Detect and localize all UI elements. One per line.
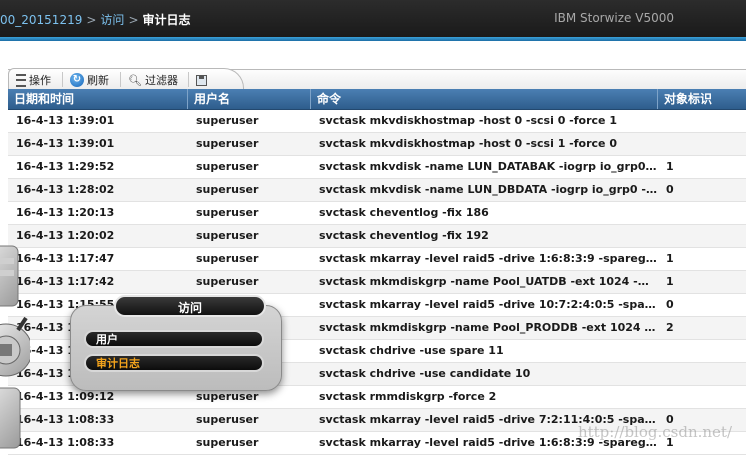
cell-datetime: 16-4-13 1:29:52 bbox=[16, 160, 115, 173]
cell-object-id: 0 bbox=[666, 298, 674, 311]
filter-button[interactable]: 🔍︎ 过滤器 bbox=[128, 72, 178, 88]
column-header-username[interactable]: 用户名 bbox=[188, 89, 311, 109]
cell-command: svctask chdrive -use candidate 10 bbox=[319, 367, 531, 380]
cell-datetime: 16-4-13 1:20:02 bbox=[16, 229, 115, 242]
popup-menu-title: 访问 bbox=[114, 295, 266, 317]
cell-username: superuser bbox=[196, 206, 259, 219]
toolbar-divider bbox=[120, 72, 121, 87]
access-dock-icon bbox=[0, 245, 30, 449]
table-row[interactable]: 16-4-13 1:17:42 superuser svctask mkmdiskg… bbox=[8, 271, 746, 294]
cell-command: svctask mkarray -level raid5 -drive 10:7… bbox=[319, 298, 658, 311]
cell-datetime: 16-4-13 1:17:42 bbox=[16, 275, 115, 288]
table-row[interactable]: 16-4-13 1:39:01 superuser svctask mkvdiskh… bbox=[8, 110, 746, 133]
toolbar-divider bbox=[62, 72, 63, 87]
table-row[interactable]: 16-4-13 1:39:01 superuser svctask mkvdiskh… bbox=[8, 133, 746, 156]
menu-item-users[interactable]: 用户 bbox=[84, 330, 264, 348]
watermark-text: http://blog.csdn.net/ bbox=[577, 423, 732, 441]
cell-datetime: 16-4-13 1:39:01 bbox=[16, 137, 115, 150]
search-icon: 🔍︎ bbox=[128, 73, 142, 87]
save-icon bbox=[196, 74, 207, 86]
cell-object-id: 1 bbox=[666, 160, 674, 173]
cell-object-id bbox=[658, 363, 746, 385]
cell-username: superuser bbox=[196, 160, 259, 173]
export-button[interactable] bbox=[196, 72, 210, 88]
filter-label: 过滤器 bbox=[144, 74, 178, 87]
cell-username: superuser bbox=[196, 137, 259, 150]
column-header-command[interactable]: 命令 bbox=[311, 89, 658, 109]
top-header-bar: 00_20151219 > 访问 > 审计日志 IBM Storwize V5000 bbox=[0, 0, 746, 37]
table-row[interactable]: 16-4-13 1:29:52 superuser svctask mkvdisk … bbox=[8, 156, 746, 179]
table-row[interactable]: 16-4-13 1:28:02 superuser svctask mkvdisk … bbox=[8, 179, 746, 202]
refresh-button[interactable]: ↻ 刷新 bbox=[70, 72, 109, 88]
cell-username: superuser bbox=[196, 413, 259, 426]
cell-object-id: 2 bbox=[666, 321, 674, 334]
access-popup-menu bbox=[70, 305, 282, 391]
column-header-object-id[interactable]: 对象标识 bbox=[658, 89, 746, 109]
cell-username: superuser bbox=[196, 229, 259, 242]
breadcrumb-access-link[interactable]: 访问 bbox=[100, 13, 124, 27]
cell-object-id bbox=[658, 202, 746, 224]
cell-object-id bbox=[658, 110, 746, 132]
menu-item-audit-log[interactable]: 审计日志 bbox=[84, 354, 264, 372]
cell-command: svctask mkvdisk -name LUN_DBDATA -iogrp … bbox=[319, 183, 658, 196]
breadcrumb-current-page: 审计日志 bbox=[142, 13, 191, 27]
cell-command: svctask mkarray -level raid5 -drive 1:6:… bbox=[319, 252, 658, 265]
table-row[interactable]: 16-4-13 1:20:13 superuser svctask cheventl… bbox=[8, 202, 746, 225]
cell-object-id: 1 bbox=[666, 275, 674, 288]
audit-log-table-body: 16-4-13 1:39:01 superuser svctask mkvdiskh… bbox=[8, 110, 746, 455]
cell-datetime: 16-4-13 1:17:47 bbox=[16, 252, 115, 265]
cell-datetime: 16-4-13 1:39:01 bbox=[16, 114, 115, 127]
cell-object-id bbox=[658, 225, 746, 247]
refresh-icon: ↻ bbox=[70, 73, 84, 87]
cell-object-id bbox=[658, 133, 746, 155]
cell-object-id: 1 bbox=[666, 252, 674, 265]
list-icon bbox=[16, 73, 26, 87]
table-header: 日期和时间 用户名 命令 对象标识 bbox=[8, 89, 746, 110]
cell-datetime: 16-4-13 1:28:02 bbox=[16, 183, 115, 196]
actions-button[interactable]: 操作 bbox=[16, 72, 51, 88]
cell-username: superuser bbox=[196, 183, 259, 196]
cell-command: svctask mkmdiskgrp -name Pool_PRODDB -ex… bbox=[319, 321, 658, 334]
actions-label: 操作 bbox=[29, 74, 51, 87]
cell-command: svctask cheventlog -fix 192 bbox=[319, 229, 489, 242]
cell-datetime: 16-4-13 1:20:13 bbox=[16, 206, 115, 219]
breadcrumb: 00_20151219 > 访问 > 审计日志 bbox=[0, 11, 191, 28]
toolbar-area bbox=[0, 41, 746, 90]
cell-object-id: 0 bbox=[666, 183, 674, 196]
cell-username: superuser bbox=[196, 252, 259, 265]
refresh-label: 刷新 bbox=[87, 74, 109, 87]
cell-command: svctask cheventlog -fix 186 bbox=[319, 206, 489, 219]
cell-username: superuser bbox=[196, 114, 259, 127]
cell-datetime: 16-4-13 1:08:33 bbox=[16, 413, 115, 426]
cell-command: svctask chdrive -use spare 11 bbox=[319, 344, 504, 357]
breadcrumb-separator: > bbox=[86, 13, 97, 27]
breadcrumb-system-link[interactable]: 00_20151219 bbox=[0, 13, 82, 27]
cell-command: svctask mkvdisk -name LUN_DATABAK -iogrp… bbox=[319, 160, 658, 173]
table-row[interactable]: 16-4-13 1:20:02 superuser svctask cheventl… bbox=[8, 225, 746, 248]
column-header-datetime[interactable]: 日期和时间 bbox=[8, 89, 188, 109]
cell-command: svctask mkmdiskgrp -name Pool_UATDB -ext… bbox=[319, 275, 658, 288]
cell-command: svctask mkvdiskhostmap -host 0 -scsi 1 -… bbox=[319, 137, 617, 150]
toolbar-divider bbox=[188, 72, 189, 87]
table-row[interactable]: 16-4-13 1:17:47 superuser svctask mkarray … bbox=[8, 248, 746, 271]
cell-command: svctask mkvdiskhostmap -host 0 -scsi 0 -… bbox=[319, 114, 617, 127]
cell-object-id bbox=[658, 340, 746, 362]
cell-username: superuser bbox=[196, 275, 259, 288]
product-name: IBM Storwize V5000 bbox=[554, 11, 674, 25]
cell-object-id bbox=[658, 386, 746, 408]
cell-command: svctask rmmdiskgrp -force 2 bbox=[319, 390, 497, 403]
breadcrumb-separator: > bbox=[128, 13, 139, 27]
